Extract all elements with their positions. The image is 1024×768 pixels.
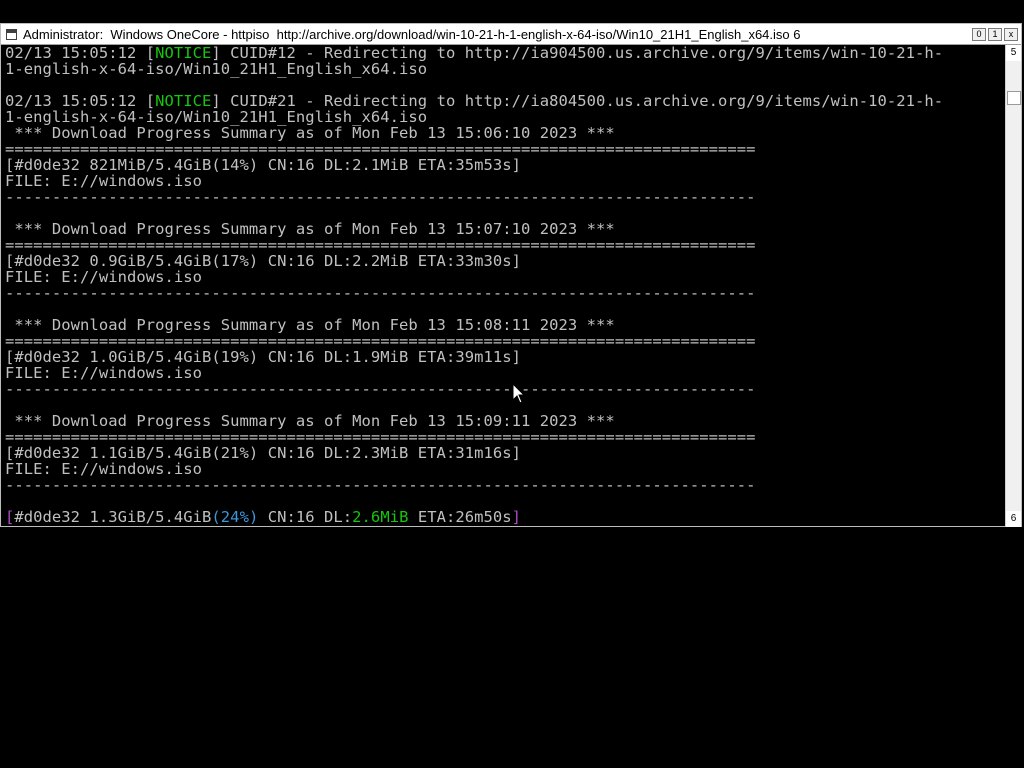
console-line: FILE: E://windows.iso [5, 365, 1003, 381]
console-text: [ [5, 508, 15, 525]
console-line: ========================================… [5, 141, 1003, 157]
console-line: [#d0de32 1.1GiB/5.4GiB(21%) CN:16 DL:2.3… [5, 445, 1003, 461]
console-line: [#d0de32 821MiB/5.4GiB(14%) CN:16 DL:2.1… [5, 157, 1003, 173]
console-line: ========================================… [5, 333, 1003, 349]
console-line: 1-english-x-64-iso/Win10_21H1_English_x6… [5, 61, 1003, 77]
console-line: 02/13 15:05:12 [NOTICE] CUID#21 - Redire… [5, 93, 1003, 109]
console-line: *** Download Progress Summary as of Mon … [5, 221, 1003, 237]
title-bar[interactable]: Administrator: Windows OneCore - httpiso… [1, 24, 1021, 45]
console-line: FILE: E://windows.iso [5, 269, 1003, 285]
console-text: CN:16 DL: [258, 508, 353, 525]
console-output[interactable]: 02/13 15:05:12 [NOTICE] CUID#12 - Redire… [5, 45, 1003, 525]
vertical-scrollbar[interactable]: 5 6 [1005, 45, 1021, 527]
console-line: ----------------------------------------… [5, 285, 1003, 301]
maximize-button[interactable]: 1 [988, 27, 1002, 41]
console-window[interactable]: Administrator: Windows OneCore - httpiso… [0, 23, 1022, 527]
console-text: ----------------------------------------… [5, 188, 756, 206]
console-text: ----------------------------------------… [5, 476, 756, 494]
console-line: [#d0de32 1.0GiB/5.4GiB(19%) CN:16 DL:1.9… [5, 349, 1003, 365]
console-line: [#d0de32 0.9GiB/5.4GiB(17%) CN:16 DL:2.2… [5, 253, 1003, 269]
console-line: 02/13 15:05:12 [NOTICE] CUID#12 - Redire… [5, 45, 1003, 61]
console-text: (24%) [211, 508, 259, 525]
console-text: 1-english-x-64-iso/Win10_21H1_English_x6… [5, 60, 428, 78]
scroll-down-button[interactable]: 6 [1006, 511, 1021, 527]
console-app-icon[interactable] [6, 28, 17, 40]
window-title: Administrator: Windows OneCore - httpiso… [23, 26, 801, 42]
console-text: ----------------------------------------… [5, 380, 756, 398]
console-text: ----------------------------------------… [5, 284, 756, 302]
console-line: *** Download Progress Summary as of Mon … [5, 125, 1003, 141]
minimize-button[interactable]: 0 [972, 27, 986, 41]
console-text: ] [511, 508, 522, 525]
console-line: ----------------------------------------… [5, 477, 1003, 493]
console-line: FILE: E://windows.iso [5, 461, 1003, 477]
console-line: ----------------------------------------… [5, 381, 1003, 397]
console-text: 2.6MiB [352, 508, 409, 525]
console-text: #d0de32 1.3GiB/5.4GiB [14, 508, 212, 525]
scroll-up-button[interactable]: 5 [1006, 45, 1021, 61]
console-text: ETA:26m50s [408, 508, 512, 525]
console-line: ----------------------------------------… [5, 189, 1003, 205]
console-line: ========================================… [5, 429, 1003, 445]
close-button[interactable]: x [1004, 27, 1018, 41]
console-line: FILE: E://windows.iso [5, 173, 1003, 189]
window-controls: 0 1 x [972, 27, 1018, 41]
console-line: *** Download Progress Summary as of Mon … [5, 317, 1003, 333]
scroll-thumb[interactable] [1007, 91, 1021, 105]
console-line: ========================================… [5, 237, 1003, 253]
mouse-pointer-icon [512, 383, 526, 404]
console-line: *** Download Progress Summary as of Mon … [5, 413, 1003, 429]
console-line: [#d0de32 1.3GiB/5.4GiB(24%) CN:16 DL:2.6… [5, 509, 1003, 525]
console-line: 1-english-x-64-iso/Win10_21H1_English_x6… [5, 109, 1003, 125]
